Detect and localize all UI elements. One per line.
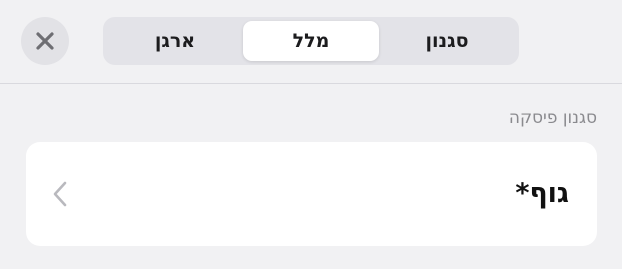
- top-bar: ארגן מלל סגנון: [0, 0, 622, 84]
- close-button[interactable]: [21, 17, 69, 65]
- paragraph-style-label: סגנון פיסקה: [508, 108, 597, 128]
- tab-style[interactable]: סגנון: [379, 21, 515, 61]
- format-panel: ארגן מלל סגנון סגנון פיסקה גוף*: [0, 0, 622, 269]
- paragraph-style-value: גוף*: [515, 178, 569, 209]
- tab-text[interactable]: מלל: [243, 21, 379, 61]
- chevron-left-icon: [53, 181, 67, 207]
- tab-arrange[interactable]: ארגן: [107, 21, 243, 61]
- segmented-control: ארגן מלל סגנון: [103, 17, 519, 65]
- close-icon: [36, 32, 54, 50]
- paragraph-style-row[interactable]: גוף*: [26, 142, 597, 246]
